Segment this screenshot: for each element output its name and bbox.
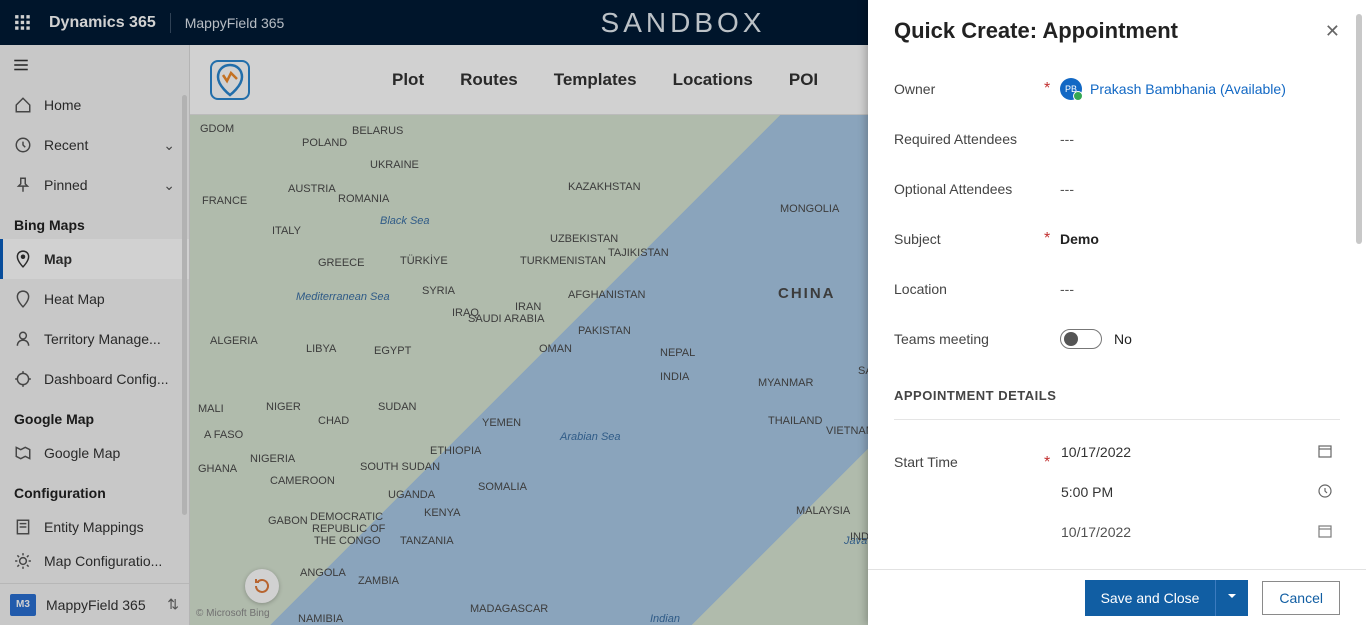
field-label-teams-meeting: Teams meeting xyxy=(894,331,1044,347)
calendar-icon xyxy=(1317,523,1333,542)
optional-attendees-input[interactable]: --- xyxy=(1060,181,1340,197)
required-icon: * xyxy=(1044,80,1060,98)
section-appointment-details: APPOINTMENT DETAILS xyxy=(894,364,1340,420)
location-input[interactable]: --- xyxy=(1060,281,1340,297)
button-label: Save and Close xyxy=(1085,581,1216,615)
start-time-value: 5:00 PM xyxy=(1061,484,1113,500)
field-label-owner: Owner xyxy=(894,81,1044,97)
teams-meeting-toggle[interactable] xyxy=(1060,329,1102,349)
required-icon: * xyxy=(1044,230,1060,248)
field-label-subject: Subject xyxy=(894,231,1044,247)
panel-title: Quick Create: Appointment xyxy=(894,18,1178,44)
required-attendees-input[interactable]: --- xyxy=(1060,131,1340,147)
close-icon[interactable]: ✕ xyxy=(1325,21,1340,42)
save-split-dropdown[interactable] xyxy=(1215,580,1248,616)
calendar-icon xyxy=(1317,443,1333,462)
required-icon: * xyxy=(1044,434,1060,472)
start-date-input[interactable]: 10/17/2022 xyxy=(1060,434,1340,470)
field-label-location: Location xyxy=(894,281,1044,297)
quick-create-panel: Quick Create: Appointment ✕ Owner * PB P… xyxy=(868,0,1366,625)
cancel-button[interactable]: Cancel xyxy=(1262,581,1340,615)
field-label-required-attendees: Required Attendees xyxy=(894,131,1044,147)
panel-scrollbar[interactable] xyxy=(1356,14,1362,244)
owner-lookup[interactable]: PB Prakash Bambhania (Available) xyxy=(1060,78,1340,100)
field-label-start-time: Start Time xyxy=(894,434,1044,470)
end-date-value: 10/17/2022 xyxy=(1061,524,1131,540)
start-date-value: 10/17/2022 xyxy=(1061,444,1131,460)
save-and-close-button[interactable]: Save and Close xyxy=(1085,580,1249,616)
toggle-state-label: No xyxy=(1114,331,1132,347)
start-time-input[interactable]: 5:00 PM xyxy=(1060,474,1340,510)
end-date-input[interactable]: 10/17/2022 xyxy=(1060,514,1340,550)
avatar: PB xyxy=(1060,78,1082,100)
clock-icon xyxy=(1317,483,1333,502)
owner-name: Prakash Bambhania (Available) xyxy=(1090,81,1286,97)
subject-input[interactable]: Demo xyxy=(1060,231,1340,247)
field-label-optional-attendees: Optional Attendees xyxy=(894,181,1044,197)
